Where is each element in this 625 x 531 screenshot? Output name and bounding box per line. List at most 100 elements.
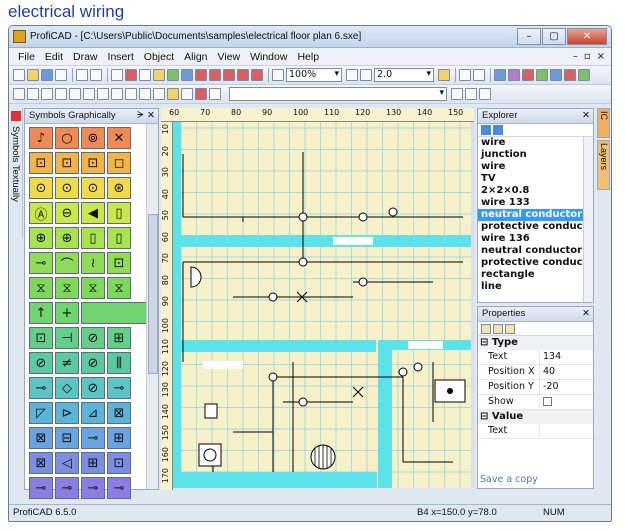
symbol-button[interactable]: ⧖	[55, 277, 79, 299]
mirror-icon[interactable]	[209, 69, 221, 81]
symbol-button[interactable]: ⧖	[81, 277, 105, 299]
bulb-tool-icon[interactable]	[167, 88, 179, 100]
up-arrow-icon[interactable]	[481, 125, 491, 135]
save-icon[interactable]	[41, 69, 53, 81]
symbol-button[interactable]: ▯	[81, 227, 105, 249]
explorer-item[interactable]: neutral conductor 134	[478, 209, 593, 221]
arc-tool-icon[interactable]	[41, 88, 53, 100]
sort-icon[interactable]	[493, 323, 503, 334]
symbol-button[interactable]: ▯	[107, 202, 131, 224]
hand-tool-icon[interactable]	[209, 88, 221, 100]
symbol-button[interactable]: ≀	[81, 252, 105, 274]
menu-align[interactable]: Align	[179, 51, 212, 63]
symbol-button[interactable]: ◇	[55, 377, 79, 399]
property-value[interactable]	[540, 424, 543, 438]
zoom-in-icon[interactable]	[272, 69, 284, 81]
explorer-scrollbar[interactable]	[583, 137, 593, 302]
flip-icon[interactable]	[237, 69, 249, 81]
property-row[interactable]: Position Y -20	[478, 380, 593, 395]
explorer-item[interactable]: line	[478, 281, 593, 293]
menu-window[interactable]: Window	[245, 51, 292, 63]
wire-tool-icon[interactable]	[139, 88, 151, 100]
property-row[interactable]: Show	[478, 395, 593, 410]
symbol-button[interactable]: ⊙	[55, 177, 79, 199]
paste-icon[interactable]	[153, 69, 165, 81]
symbol-button[interactable]: ○	[55, 127, 79, 149]
italic-icon[interactable]	[465, 88, 477, 100]
symbols-textually-tab[interactable]: Symbols Textually	[10, 108, 23, 238]
down-arrow-icon[interactable]	[493, 125, 503, 135]
polygon-tool-icon[interactable]	[97, 88, 109, 100]
line-width-icon[interactable]	[360, 69, 372, 81]
cut-icon[interactable]	[125, 69, 137, 81]
symbol-button[interactable]: ⊘	[29, 352, 53, 374]
open-icon[interactable]	[27, 69, 39, 81]
color-icon[interactable]	[438, 69, 450, 81]
select-tool-icon[interactable]	[195, 88, 207, 100]
explorer-item[interactable]: TV	[478, 173, 593, 185]
symbol-button[interactable]: ◀	[81, 202, 105, 224]
mdi-close-button[interactable]: ×	[597, 51, 605, 62]
symbol-button[interactable]: ◸	[29, 402, 53, 424]
symbol-button[interactable]: ⊠	[29, 452, 53, 474]
zoom-out-icon[interactable]	[346, 69, 358, 81]
text-color-icon[interactable]	[479, 88, 491, 100]
drawing-canvas[interactable]	[173, 122, 471, 488]
symbol-button[interactable]: ⊸	[29, 377, 53, 399]
symbol-button[interactable]: ◁	[55, 452, 79, 474]
print-icon[interactable]	[55, 69, 67, 81]
property-group[interactable]: ⊟ Type	[478, 336, 593, 350]
symbol-button[interactable]: ⊘	[81, 352, 105, 374]
explorer-item[interactable]: 2×2×0.8	[478, 185, 593, 197]
property-row[interactable]: Position X 40	[478, 365, 593, 380]
group-icon[interactable]	[251, 69, 263, 81]
symbol-button[interactable]: ⊸	[107, 477, 131, 499]
menu-object[interactable]: Object	[139, 51, 179, 63]
symbol-button[interactable]: ⊙	[29, 177, 53, 199]
mdi-restore-button[interactable]: ▫	[584, 51, 591, 62]
minimize-button[interactable]: –	[517, 28, 541, 45]
symbol-button[interactable]: ⊡	[107, 252, 131, 274]
symbol-button[interactable]: ⊡	[55, 152, 79, 174]
symbol-button[interactable]: ⊸	[107, 377, 131, 399]
maximize-button[interactable]: ▢	[542, 28, 566, 45]
symbol-button[interactable]: ⊞	[81, 452, 105, 474]
symbol-button[interactable]: ◻	[107, 152, 131, 174]
polyline-tool-icon[interactable]	[27, 88, 39, 100]
symbol-button[interactable]: ⊡	[29, 327, 53, 349]
symbol-button[interactable]: ⊸	[81, 477, 105, 499]
symbol-button[interactable]: ⊸	[29, 252, 53, 274]
explorer-item[interactable]: protective conductor	[478, 221, 593, 233]
canvas-scrollbar[interactable]	[471, 122, 474, 488]
report-icon[interactable]	[550, 69, 562, 81]
export-icon[interactable]	[564, 69, 576, 81]
symbol-button[interactable]: ⌒	[55, 252, 79, 274]
symbol-button[interactable]: ⊸	[81, 427, 105, 449]
explorer-item[interactable]: junction	[478, 149, 593, 161]
symbol-button[interactable]: ⫼	[107, 352, 131, 374]
symbol-button[interactable]: ⊕	[55, 227, 79, 249]
property-row[interactable]: Text 134	[478, 350, 593, 365]
pin-icon[interactable]: ᗒ	[137, 109, 144, 123]
rotate-icon[interactable]	[223, 69, 235, 81]
image-icon[interactable]	[167, 69, 179, 81]
scroll-thumb[interactable]	[148, 214, 158, 374]
bom-icon[interactable]	[536, 69, 548, 81]
tree-icon[interactable]	[494, 69, 506, 81]
undo-icon[interactable]	[76, 69, 88, 81]
symbol-button[interactable]: ⊣	[55, 327, 79, 349]
explorer-item[interactable]: wire 133	[478, 197, 593, 209]
symbol-button[interactable]: ⊘	[81, 327, 105, 349]
menu-edit[interactable]: Edit	[40, 51, 68, 63]
font-select[interactable]	[229, 87, 447, 101]
layout-icon[interactable]	[459, 69, 471, 81]
menu-view[interactable]: View	[213, 51, 246, 63]
symbol-button[interactable]: ≠	[55, 352, 79, 374]
symbol-button[interactable]: ⊠	[29, 427, 53, 449]
property-value[interactable]: 40	[540, 365, 555, 379]
property-group[interactable]: ⊟ Value	[478, 410, 593, 424]
explorer-item[interactable]: rectangle	[478, 269, 593, 281]
symbol-button[interactable]: Ⓐ	[29, 202, 53, 224]
save-copy-link[interactable]: Save a copy	[480, 474, 538, 485]
symbol-button[interactable]: ↑	[29, 302, 53, 324]
